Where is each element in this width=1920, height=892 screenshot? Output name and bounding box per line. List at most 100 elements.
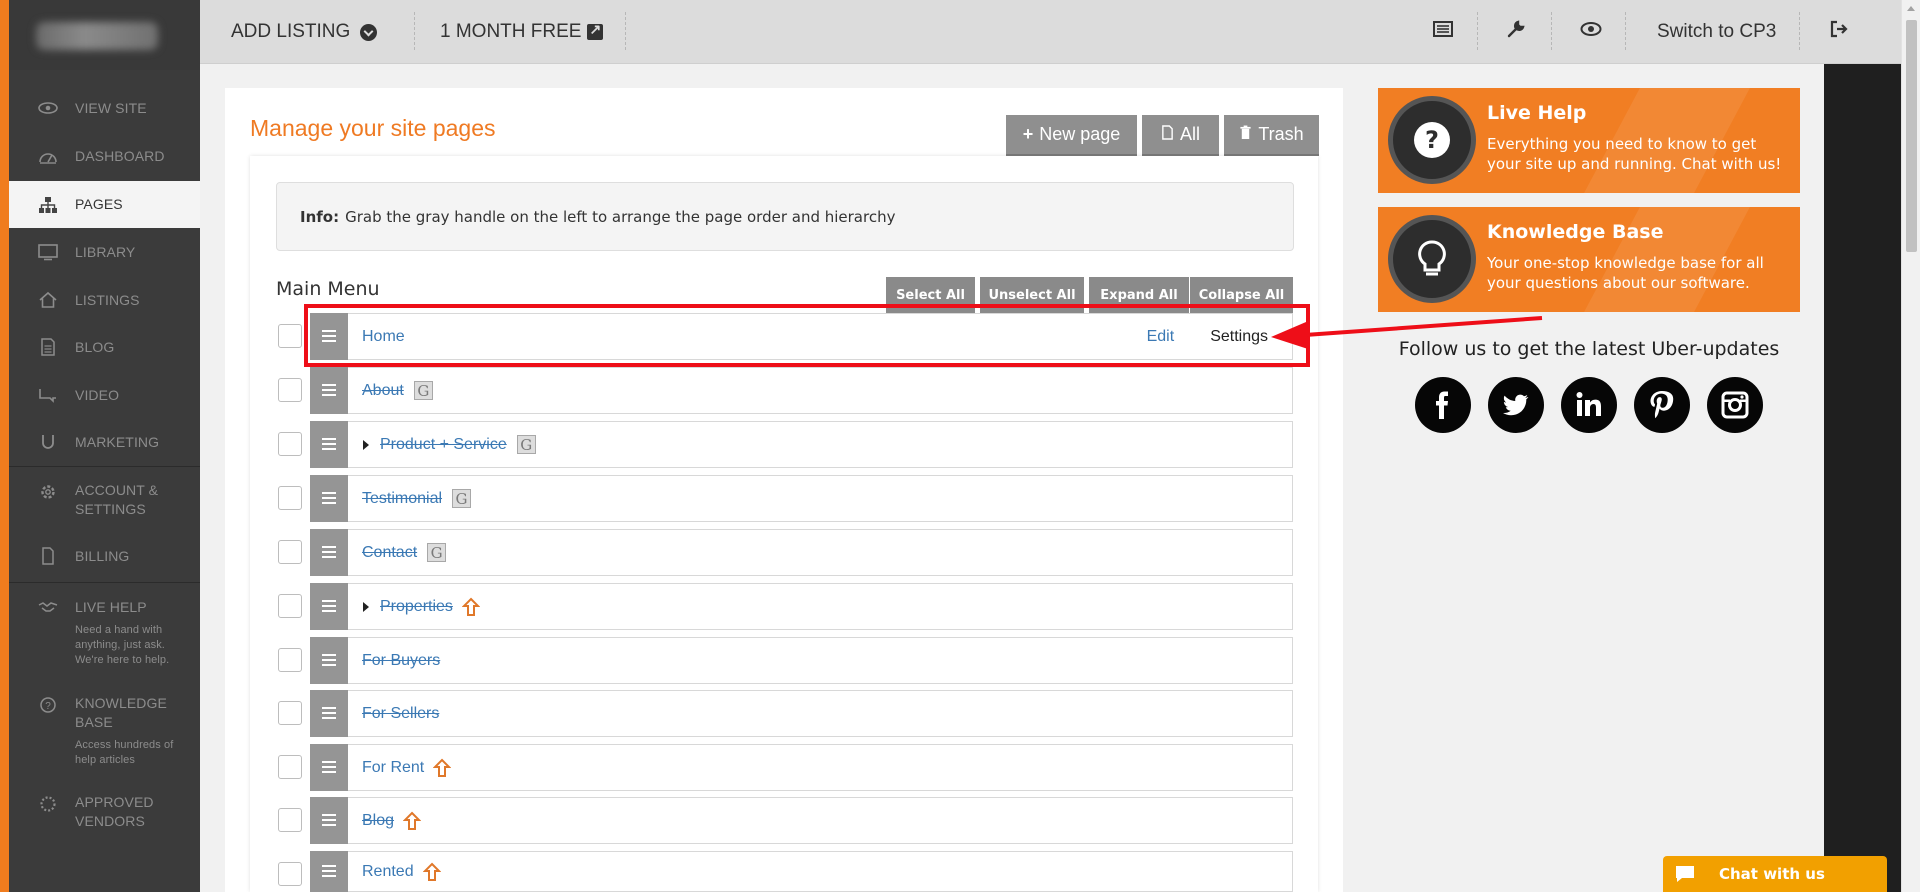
live-help-text: Everything you need to know to get your … <box>1487 135 1782 173</box>
page-link[interactable]: About <box>362 382 404 400</box>
drag-handle-icon <box>322 443 336 445</box>
switch-cp3-link[interactable]: Switch to CP3 <box>1657 0 1776 64</box>
menu-title: Main Menu <box>276 278 380 300</box>
row-checkbox[interactable] <box>278 808 302 832</box>
lightbulb-icon <box>1388 215 1476 303</box>
expand-caret-icon[interactable] <box>363 601 369 612</box>
page-link[interactable]: Contact <box>362 544 417 562</box>
row-checkbox[interactable] <box>278 701 302 725</box>
drag-handle[interactable] <box>310 850 348 892</box>
page-link[interactable]: Testimonial <box>362 490 442 508</box>
page-link[interactable]: Product + Service <box>380 436 507 454</box>
page-row-testimonial: Testimonial G <box>310 474 1293 522</box>
facebook-icon[interactable] <box>1415 377 1471 433</box>
sidebar-item-label: LISTINGS <box>75 292 140 308</box>
tools-button[interactable] <box>1505 0 1527 64</box>
sidebar-item-library[interactable]: LIBRARY <box>9 243 200 263</box>
drag-handle[interactable] <box>310 796 348 844</box>
google-icon: G <box>452 489 472 508</box>
instagram-icon[interactable] <box>1707 377 1763 433</box>
trash-icon <box>1239 124 1252 145</box>
all-pages-button[interactable]: All <box>1142 115 1219 156</box>
page-scrollbar[interactable] <box>1901 0 1920 892</box>
sidebar-item-account-settings[interactable]: ACCOUNT & SETTINGS <box>9 481 200 521</box>
month-free-link[interactable]: 1 MONTH FREE <box>440 0 604 64</box>
trash-button[interactable]: Trash <box>1224 115 1319 156</box>
drag-handle[interactable] <box>310 689 348 737</box>
row-checkbox[interactable] <box>278 432 302 456</box>
sidebar-item-video[interactable]: VIDEO <box>9 386 200 406</box>
row-checkbox[interactable] <box>278 378 302 402</box>
expand-caret-icon[interactable] <box>363 439 369 450</box>
sidebar-item-blog[interactable]: BLOG <box>9 338 200 358</box>
page-link[interactable]: Rented <box>362 863 414 881</box>
page-row-for-sellers: For Sellers <box>310 689 1293 737</box>
chat-with-us-button[interactable]: Chat with us <box>1663 856 1887 892</box>
eye-icon <box>37 99 59 117</box>
live-help-title: Live Help <box>1487 102 1587 124</box>
sidebar: VIEW SITE DASHBOARD PAGES LIBRARY LISTIN… <box>0 0 200 892</box>
live-help-card[interactable]: ? Live Help Everything you need to know … <box>1378 88 1800 193</box>
sidebar-item-view-site[interactable]: VIEW SITE <box>9 99 200 119</box>
page-row-about: About G <box>310 366 1293 414</box>
wrench-icon <box>1505 18 1527 46</box>
drag-handle[interactable] <box>310 636 348 684</box>
trash-label: Trash <box>1258 124 1304 144</box>
drag-handle[interactable] <box>310 474 348 522</box>
preview-button[interactable] <box>1580 0 1602 64</box>
sidebar-item-pages[interactable]: PAGES <box>9 181 200 228</box>
linkedin-icon[interactable] <box>1561 377 1617 433</box>
row-checkbox[interactable] <box>278 486 302 510</box>
page-link[interactable]: For Rent <box>362 759 424 777</box>
sidebar-inner: VIEW SITE DASHBOARD PAGES LIBRARY LISTIN… <box>9 0 200 892</box>
scroll-up-arrow-icon[interactable] <box>1907 6 1915 11</box>
new-page-button[interactable]: + New page <box>1006 115 1137 156</box>
twitter-icon[interactable] <box>1488 377 1544 433</box>
page-link[interactable]: Properties <box>380 598 453 616</box>
row-checkbox[interactable] <box>278 862 302 886</box>
info-label: Info: <box>300 207 340 226</box>
sidebar-item-approved-vendors[interactable]: APPROVED VENDORS <box>9 793 200 833</box>
row-checkbox[interactable] <box>278 540 302 564</box>
sidebar-item-knowledge-base[interactable]: ? KNOWLEDGE BASE Access hundreds of help … <box>9 694 200 774</box>
external-link-icon <box>587 21 604 40</box>
drag-handle-icon <box>322 870 336 872</box>
drag-handle-icon <box>322 712 336 714</box>
row-checkbox[interactable] <box>278 648 302 672</box>
knowledge-base-title: Knowledge Base <box>1487 221 1664 243</box>
drag-handle[interactable] <box>310 582 348 630</box>
sidebar-item-live-help[interactable]: LIVE HELP Need a hand with anything, just… <box>9 598 200 668</box>
drag-handle[interactable] <box>310 420 348 468</box>
sidebar-item-marketing[interactable]: MARKETING <box>9 433 200 453</box>
pinterest-icon[interactable] <box>1634 377 1690 433</box>
logo[interactable] <box>9 0 200 70</box>
all-label: All <box>1179 124 1200 144</box>
page-row-for-buyers: For Buyers <box>310 636 1293 684</box>
page-row-contact: Contact G <box>310 528 1293 576</box>
drag-handle[interactable] <box>310 366 348 414</box>
sidebar-item-dashboard[interactable]: DASHBOARD <box>9 147 200 167</box>
sidebar-item-billing[interactable]: BILLING <box>9 547 200 567</box>
knowledge-base-card[interactable]: Knowledge Base Your one-stop knowledge b… <box>1378 207 1800 312</box>
page-title: Manage your site pages <box>250 115 496 141</box>
row-checkbox[interactable] <box>278 594 302 618</box>
sidebar-item-listings[interactable]: LISTINGS <box>9 291 200 311</box>
logout-button[interactable] <box>1828 0 1850 64</box>
month-free-label: 1 MONTH FREE <box>440 21 582 42</box>
row-checkbox[interactable] <box>278 755 302 779</box>
page-link[interactable]: Blog <box>362 812 394 830</box>
sidebar-item-label: VIDEO <box>75 387 120 403</box>
drag-handle[interactable] <box>310 528 348 576</box>
scrollbar-thumb[interactable] <box>1906 20 1917 252</box>
list-view-button[interactable] <box>1432 0 1454 64</box>
page-link[interactable]: For Sellers <box>362 705 439 723</box>
magnet-icon <box>37 433 59 451</box>
page-link[interactable]: For Buyers <box>362 652 440 670</box>
drag-handle[interactable] <box>310 743 348 791</box>
add-listing-dropdown[interactable]: ADD LISTING <box>231 0 378 64</box>
chevron-down-icon <box>360 23 378 41</box>
plus-icon: + <box>1022 124 1034 144</box>
row-checkbox[interactable] <box>278 324 302 348</box>
google-icon: G <box>516 435 536 454</box>
sidebar-item-desc: Access hundreds of help articles <box>75 739 174 766</box>
